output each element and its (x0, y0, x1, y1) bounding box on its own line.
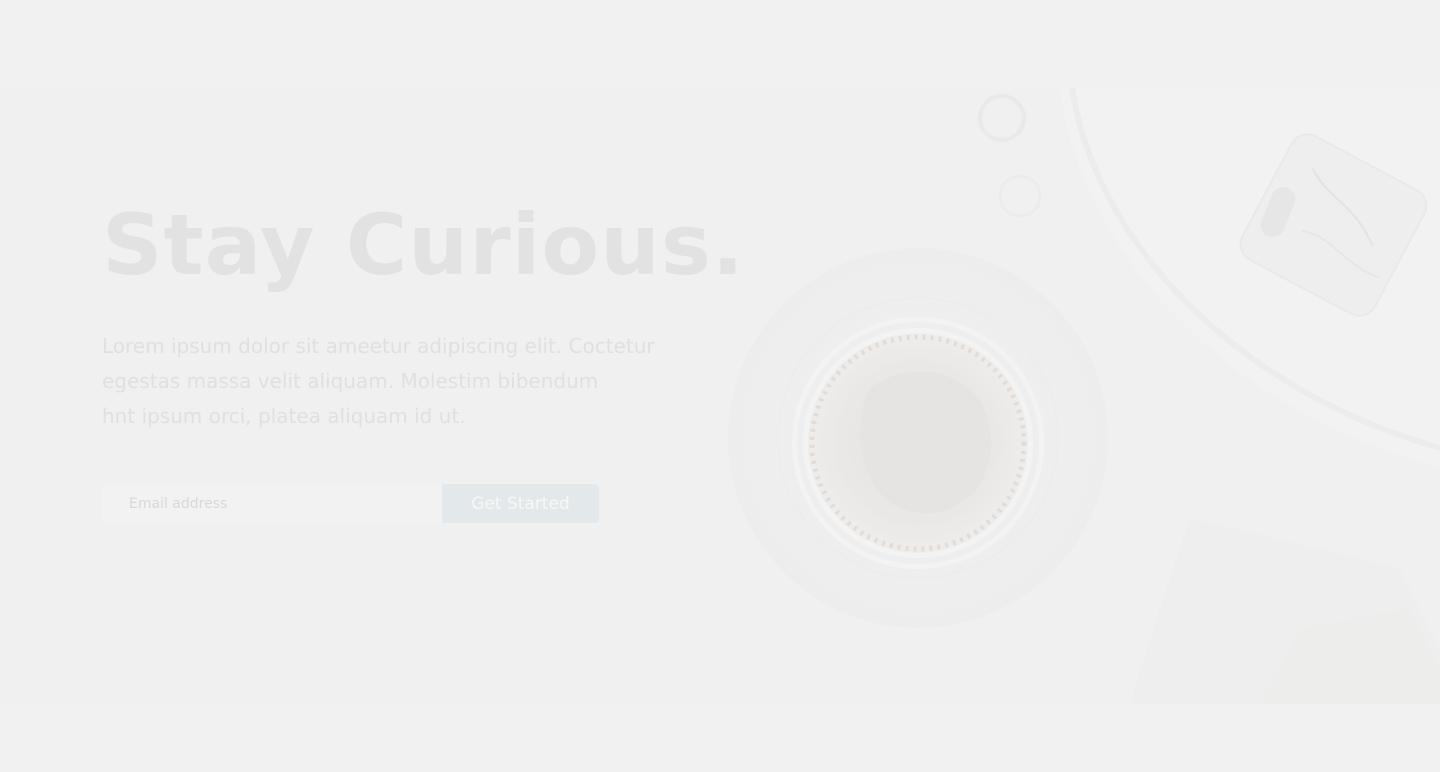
earring-2 (998, 174, 1042, 218)
hero-description-line-3: hnt ipsum orci, platea aliquam id ut. (102, 404, 466, 428)
earring-1 (978, 94, 1026, 142)
hero-section: Stay Curious. Lorem ipsum dolor sit amee… (0, 88, 1440, 704)
landing-page: Stay Curious. Lorem ipsum dolor sit amee… (0, 0, 1440, 772)
hero-headline: Stay Curious. (102, 196, 745, 294)
signup-form: Get Started (102, 484, 599, 523)
get-started-button[interactable]: Get Started (442, 484, 599, 523)
hero-description-line-1: Lorem ipsum dolor sit ameetur adipiscing… (102, 334, 655, 358)
hero-description-line-2: egestas massa velit aliquam. Molestim bi… (102, 369, 599, 393)
email-input[interactable] (102, 484, 442, 523)
hero-description: Lorem ipsum dolor sit ameetur adipiscing… (102, 329, 662, 434)
hero-image (728, 88, 1440, 704)
